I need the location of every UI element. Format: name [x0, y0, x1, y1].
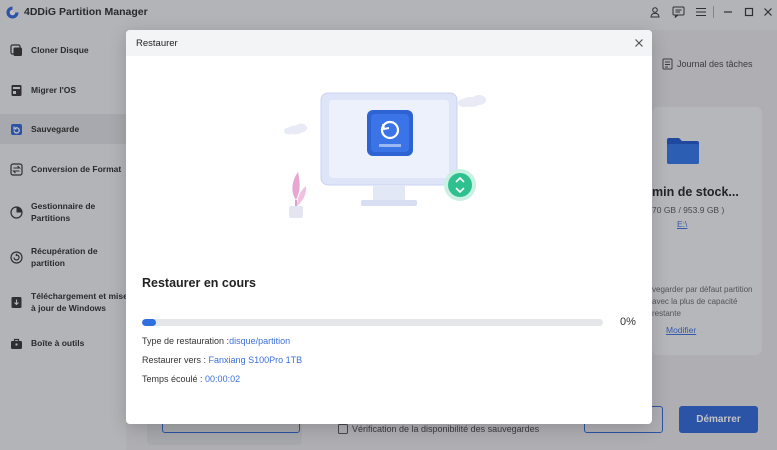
- restore-dialog: Restaurer Restaurer en cours 0% Type de …: [126, 30, 652, 424]
- restore-type-value: disque/partition: [229, 336, 291, 346]
- restore-status-title: Restaurer en cours: [142, 276, 256, 290]
- restore-progress-bar: [142, 319, 603, 326]
- dialog-title: Restaurer: [136, 38, 178, 49]
- dialog-header: Restaurer: [126, 30, 652, 56]
- elapsed-time-label: Temps écoulé :: [142, 374, 203, 384]
- elapsed-time-value: 00:00:02: [205, 374, 241, 384]
- restore-target-label: Restaurer vers :: [142, 355, 207, 365]
- restore-type-row: Type de restauration :disque/partition: [142, 336, 290, 346]
- restore-target-value: Fanxiang S100Pro 1TB: [208, 355, 303, 365]
- restore-type-label: Type de restauration :: [142, 336, 230, 346]
- close-icon[interactable]: [632, 36, 646, 50]
- restore-illustration: [284, 92, 486, 218]
- restore-target-row: Restaurer vers : Fanxiang S100Pro 1TB: [142, 355, 302, 365]
- elapsed-time-row: Temps écoulé : 00:00:02: [142, 374, 240, 384]
- progress-percent: 0%: [620, 316, 636, 328]
- restore-progress-fill: [142, 319, 156, 326]
